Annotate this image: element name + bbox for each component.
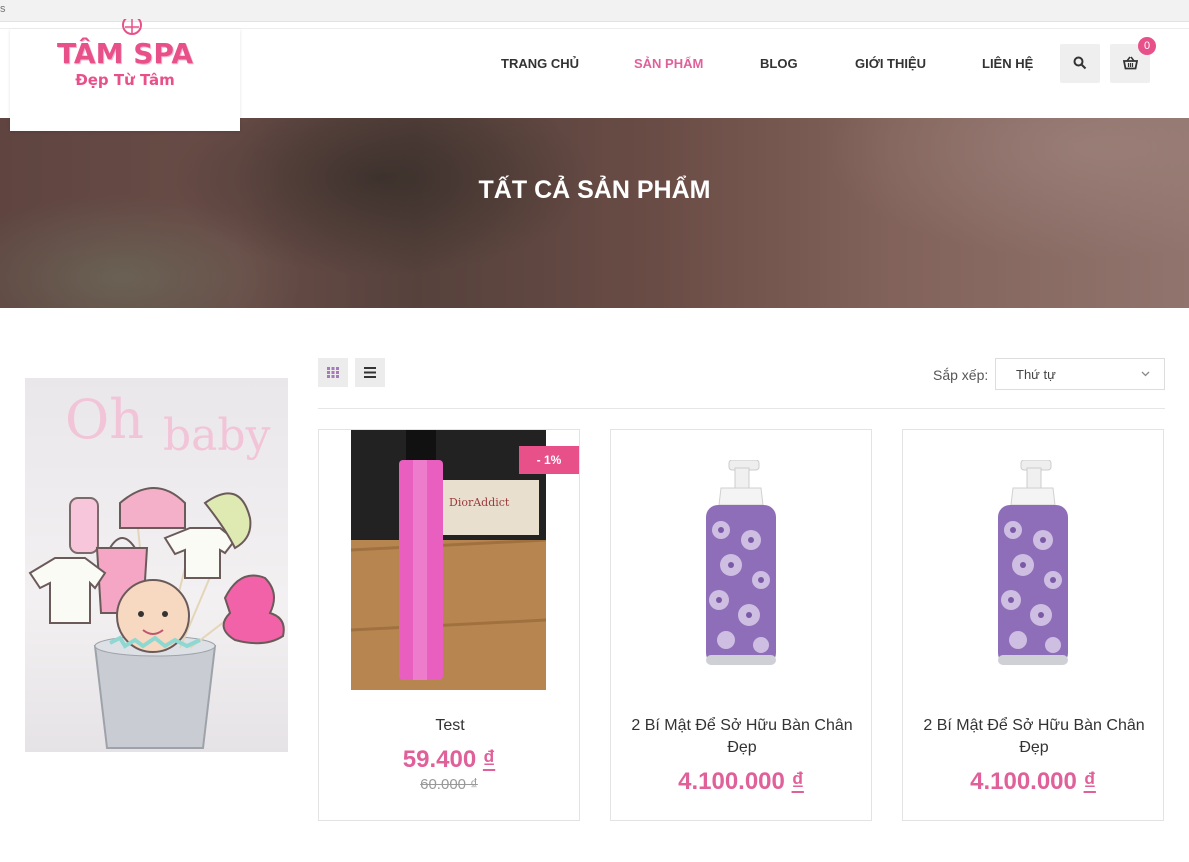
lotus-emblem-icon <box>122 19 142 35</box>
price-amount: 4.100.000 <box>970 768 1077 795</box>
product-name[interactable]: 2 Bí Mật Để Sở Hữu Bàn Chân Đẹp <box>631 715 853 759</box>
hero-overlay <box>0 118 1189 308</box>
product-image[interactable] <box>691 460 791 670</box>
site-header: TÂM SPA Đẹp Từ Tâm TRANG CHỦ SẢN PHẨM BL… <box>0 19 1189 131</box>
list-view-button[interactable] <box>355 358 385 387</box>
nav-item-products[interactable]: SẢN PHẨM <box>634 56 703 71</box>
top-bar-text: s <box>0 3 6 15</box>
grid-view-icon <box>327 367 339 378</box>
grid-view-button[interactable] <box>318 358 348 387</box>
product-card[interactable]: 2 Bí Mật Để Sở Hữu Bàn Chân Đẹp 4.100.00… <box>902 429 1164 821</box>
product-card[interactable]: 2 Bí Mật Để Sở Hữu Bàn Chân Đẹp 4.100.00… <box>610 429 872 821</box>
svg-text:DiorAddict: DiorAddict <box>449 496 510 509</box>
page-hero: TẤT CẢ SẢN PHẨM <box>0 118 1189 308</box>
old-price: 60.000 ₫ <box>420 776 478 793</box>
baby-cookies-image <box>28 487 285 749</box>
price-currency: ₫ <box>1083 768 1096 795</box>
product-card[interactable]: DiorAddict - 1% Test 59.400 ₫ 60.000 ₫ <box>318 429 580 821</box>
product-name[interactable]: Test <box>339 715 561 737</box>
toolbar-divider <box>318 408 1165 409</box>
lip-gloss-photo: DiorAddict <box>351 430 546 690</box>
price-currency: ₫ <box>791 768 804 795</box>
cart-button[interactable]: 0 <box>1110 37 1156 83</box>
logo[interactable]: TÂM SPA Đẹp Từ Tâm <box>10 19 240 131</box>
nav-item-home[interactable]: TRANG CHỦ <box>501 56 579 71</box>
search-icon <box>1073 56 1087 70</box>
price-amount: 59.400 <box>402 746 477 773</box>
sort-label: Sắp xếp: <box>933 367 989 383</box>
product-price: 59.400 ₫ <box>319 746 579 774</box>
product-image[interactable]: DiorAddict <box>351 430 546 690</box>
sidebar-banner[interactable]: Oh baby <box>25 378 288 752</box>
price-currency: ₫ <box>482 746 496 773</box>
search-button[interactable] <box>1060 44 1100 83</box>
brand-tagline: Đẹp Từ Tâm <box>75 71 175 89</box>
hand-soap-bottle-photo <box>706 460 776 665</box>
product-price: 4.100.000 ₫ <box>903 768 1163 796</box>
nav-item-blog[interactable]: BLOG <box>760 56 798 71</box>
page-title: TẤT CẢ SẢN PHẨM <box>478 176 711 204</box>
nav-item-about[interactable]: GIỚI THIỆU <box>855 56 926 71</box>
cart-count-badge: 0 <box>1138 37 1156 55</box>
discount-badge: - 1% <box>519 446 579 474</box>
nav-item-contact[interactable]: LIÊN HỆ <box>982 56 1033 71</box>
sort-selected-value: Thứ tự <box>1016 367 1056 382</box>
hand-soap-bottle-photo <box>998 460 1068 665</box>
product-price: 4.100.000 ₫ <box>611 768 871 796</box>
brand-name: TÂM SPA <box>57 37 193 70</box>
top-bar: s <box>0 0 1189 22</box>
chevron-down-icon <box>1141 371 1150 377</box>
sort-select[interactable]: Thứ tự <box>995 358 1165 390</box>
price-amount: 4.100.000 <box>678 768 785 795</box>
product-image[interactable] <box>983 460 1083 670</box>
list-view-icon <box>364 367 376 378</box>
basket-icon <box>1123 56 1138 70</box>
product-name[interactable]: 2 Bí Mật Để Sở Hữu Bàn Chân Đẹp <box>923 715 1145 759</box>
